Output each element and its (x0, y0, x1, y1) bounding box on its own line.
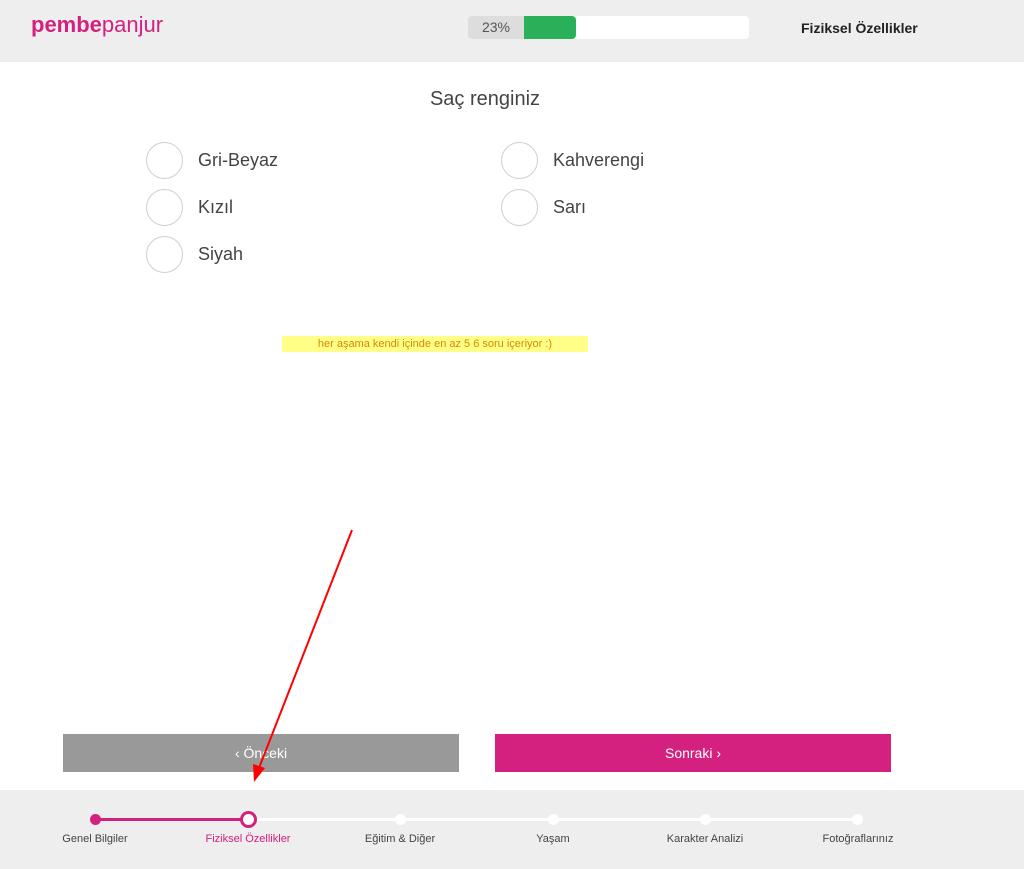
header: pembepanjur 23% Fiziksel Özellikler (0, 0, 1024, 62)
step-label-fiziksel-ozellikler[interactable]: Fiziksel Özellikler (206, 833, 291, 845)
step-line-completed (95, 818, 248, 821)
step-label-karakter-analizi[interactable]: Karakter Analizi (667, 833, 743, 845)
arrow-line (258, 529, 353, 769)
step-tracker: Genel Bilgiler Fiziksel Özellikler Eğiti… (0, 790, 1024, 869)
radio-button[interactable] (146, 189, 183, 226)
radio-button[interactable] (146, 236, 183, 273)
progress-percent: 23% (468, 16, 524, 39)
radio-button[interactable] (146, 142, 183, 179)
step-dot-fotograflariniz[interactable] (852, 814, 863, 825)
logo[interactable]: pembepanjur (31, 12, 163, 38)
progress-bar: 23% (468, 16, 749, 39)
radio-button[interactable] (501, 189, 538, 226)
step-label-yasam[interactable]: Yaşam (536, 833, 569, 845)
option-kizil[interactable]: Kızıl (146, 189, 233, 226)
step-label-fotograflariniz[interactable]: Fotoğraflarınız (823, 833, 894, 845)
option-gri-beyaz[interactable]: Gri-Beyaz (146, 142, 278, 179)
question-title: Saç renginiz (429, 88, 541, 110)
option-label: Kızıl (198, 197, 234, 217)
current-step-title: Fiziksel Özellikler (801, 20, 918, 36)
option-siyah[interactable]: Siyah (146, 236, 243, 273)
logo-bold-text: pembe (31, 12, 102, 37)
step-label-genel-bilgiler[interactable]: Genel Bilgiler (62, 833, 127, 845)
option-label: Gri-Beyaz (198, 150, 279, 170)
option-label: Siyah (198, 244, 244, 264)
logo-light-text: panjur (101, 12, 164, 37)
step-dot-genel-bilgiler[interactable] (90, 814, 101, 825)
option-sari[interactable]: Sarı (501, 189, 586, 226)
progress-fill (524, 16, 576, 39)
option-label: Sarı (553, 197, 587, 217)
step-dot-fiziksel-ozellikler[interactable] (240, 811, 257, 828)
step-label-egitim-diger[interactable]: Eğitim & Diğer (365, 833, 435, 845)
annotation-note: her aşama kendi içinde en az 5 6 soru iç… (282, 336, 588, 352)
step-dot-yasam[interactable] (548, 814, 559, 825)
option-label: Kahverengi (553, 150, 645, 170)
step-dot-egitim-diger[interactable] (395, 814, 406, 825)
option-kahverengi[interactable]: Kahverengi (501, 142, 644, 179)
previous-button[interactable]: ‹ Önceki (63, 734, 459, 772)
step-dot-karakter-analizi[interactable] (700, 814, 711, 825)
radio-button[interactable] (501, 142, 538, 179)
next-button[interactable]: Sonraki › (495, 734, 891, 772)
